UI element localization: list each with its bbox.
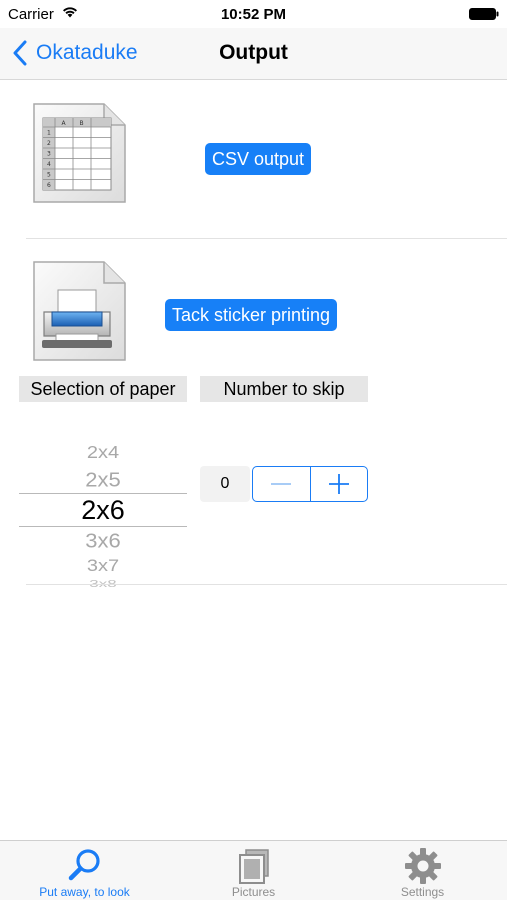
section-divider: [26, 584, 507, 585]
skip-count-value: 0: [200, 466, 250, 502]
tab-pictures[interactable]: Pictures: [169, 841, 338, 900]
spreadsheet-row-5: 5: [47, 172, 51, 179]
status-time: 10:52 PM: [220, 6, 287, 23]
spreadsheet-row-6: 6: [47, 182, 51, 189]
status-bar: Carrier 10:52 PM: [0, 0, 507, 28]
picker-selection-line: [19, 493, 187, 494]
paper-size-picker[interactable]: 2x4 2x5 2x6 3x6 3x7 3x8: [19, 438, 187, 590]
sticker-printing-button[interactable]: Tack sticker printing: [165, 299, 338, 331]
picker-selected-option[interactable]: 2x6: [19, 495, 187, 526]
skip-count-stepper: [252, 466, 368, 502]
gear-icon: [404, 848, 441, 884]
spreadsheet-row-3: 3: [47, 151, 51, 158]
battery-icon: [469, 8, 499, 20]
tab-bar: Put away, to look Pictures Settings: [0, 840, 507, 900]
tab-put-away-to-look[interactable]: Put away, to look: [0, 841, 169, 900]
spreadsheet-col-b: B: [80, 120, 84, 127]
minus-icon: [271, 483, 292, 485]
search-icon: [68, 849, 100, 881]
section-divider: [26, 238, 507, 239]
csv-output-button[interactable]: CSV output: [205, 143, 312, 175]
decrement-button[interactable]: [253, 467, 310, 501]
picker-option[interactable]: 2x5: [19, 468, 187, 492]
tab-settings[interactable]: Settings: [338, 841, 507, 900]
tab-label: Put away, to look: [39, 885, 130, 899]
spreadsheet-icon: A B 1 2 3 4 5 6: [33, 103, 126, 203]
increment-button[interactable]: [309, 467, 368, 501]
printer-icon: [33, 261, 126, 361]
paper-selection-header: Selection of paper: [19, 376, 187, 402]
pictures-icon: [238, 849, 269, 884]
skip-count-header: Number to skip: [200, 376, 368, 402]
picker-option[interactable]: 3x7: [19, 557, 187, 576]
tab-label: Pictures: [231, 885, 276, 899]
page-title: Output: [219, 41, 288, 64]
tab-label: Settings: [400, 885, 445, 899]
plus-icon: [328, 474, 349, 494]
spreadsheet-row-2: 2: [47, 140, 51, 147]
picker-selection-line: [19, 526, 187, 527]
picker-option[interactable]: 3x6: [19, 529, 187, 553]
navigation-bar: Okataduke Output: [0, 28, 507, 80]
spreadsheet-row-4: 4: [47, 161, 51, 168]
spreadsheet-row-1: 1: [47, 130, 51, 137]
picker-option[interactable]: 2x4: [19, 444, 187, 464]
output-screen: Carrier 10:52 PM Okataduke Output A B 1 …: [0, 0, 507, 900]
